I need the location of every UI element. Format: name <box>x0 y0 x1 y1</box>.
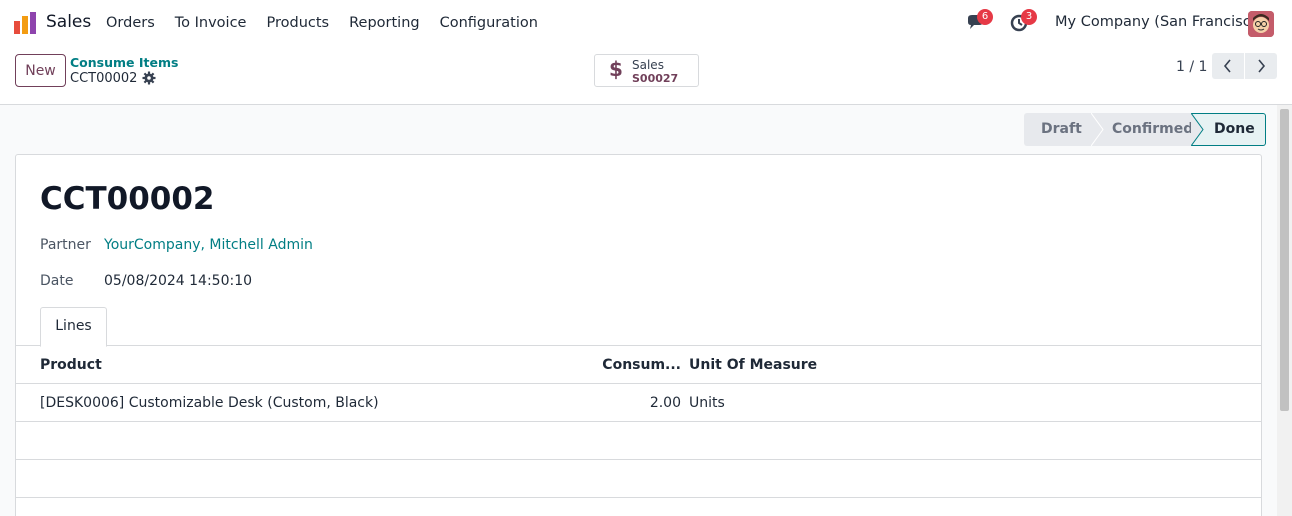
pager-next-button[interactable] <box>1245 53 1277 79</box>
stage-draft[interactable]: Draft <box>1024 113 1104 146</box>
tab-lines[interactable]: Lines <box>40 307 107 347</box>
date-field[interactable]: 05/08/2024 14:50:10 <box>104 273 252 289</box>
company-switcher[interactable]: My Company (San Francisco) <box>1055 14 1265 30</box>
row-qty: 2.00 <box>649 395 681 411</box>
pager-value[interactable]: 1 / 1 <box>1176 59 1207 75</box>
control-panel: New Consume Items CCT00002 $ Sales S0002… <box>0 46 1292 105</box>
table-row[interactable]: [DESK0006] Customizable Desk (Custom, Bl… <box>16 384 1261 422</box>
row-product: [DESK0006] Customizable Desk (Custom, Bl… <box>40 395 379 411</box>
page-scrollbar[interactable] <box>1277 105 1292 516</box>
column-consumed[interactable]: Consum... <box>602 346 681 384</box>
main-menu: Orders To Invoice Products Reporting Con… <box>96 14 548 32</box>
column-uom[interactable]: Unit Of Measure <box>689 346 817 384</box>
breadcrumb-current-record: CCT00002 <box>70 71 138 86</box>
menu-products[interactable]: Products <box>256 14 339 32</box>
smart-button-value: S00027 <box>632 72 679 85</box>
notebook-tabs: Lines <box>16 307 1261 347</box>
menu-reporting[interactable]: Reporting <box>339 14 430 32</box>
empty-row <box>16 422 1261 460</box>
messages-badge: 6 <box>977 9 993 25</box>
stage-draft-label: Draft <box>1041 121 1082 137</box>
stage-confirmed-label: Confirmed <box>1112 121 1194 137</box>
table-header: Product Consum... Unit Of Measure <box>16 346 1261 384</box>
app-name[interactable]: Sales <box>46 12 91 32</box>
scrollbar-thumb[interactable] <box>1280 109 1289 411</box>
menu-orders[interactable]: Orders <box>96 14 165 32</box>
messages-button[interactable]: 6 <box>966 9 993 33</box>
column-product[interactable]: Product <box>40 346 102 384</box>
empty-row <box>16 460 1261 498</box>
new-button[interactable]: New <box>15 54 66 87</box>
menu-to-invoice[interactable]: To Invoice <box>165 14 257 32</box>
partner-label: Partner <box>40 237 91 253</box>
stage-done-label: Done <box>1214 121 1255 137</box>
smart-button-label: Sales <box>632 58 664 72</box>
chevron-left-icon <box>1223 59 1231 73</box>
sales-app-icon[interactable] <box>14 12 36 34</box>
sales-smart-button[interactable]: $ Sales S00027 <box>594 54 699 87</box>
menu-configuration[interactable]: Configuration <box>430 14 548 32</box>
form-sheet: CCT00002 Partner YourCompany, Mitchell A… <box>15 154 1262 516</box>
row-uom: Units <box>689 395 725 411</box>
pager-previous-button[interactable] <box>1212 53 1244 79</box>
top-navbar: Sales Orders To Invoice Products Reporti… <box>0 0 1292 46</box>
lines-table: Product Consum... Unit Of Measure [DESK0… <box>16 346 1261 498</box>
activities-button[interactable]: 3 <box>1010 9 1037 33</box>
record-title: CCT00002 <box>40 181 215 217</box>
partner-field[interactable]: YourCompany, Mitchell Admin <box>104 237 313 253</box>
stage-confirmed[interactable]: Confirmed <box>1092 113 1204 146</box>
stage-separator <box>1191 113 1204 146</box>
dollar-icon: $ <box>609 57 623 81</box>
stage-separator <box>1091 113 1104 146</box>
activities-badge: 3 <box>1021 9 1037 25</box>
avatar-icon <box>1248 11 1274 37</box>
breadcrumb-consume-items[interactable]: Consume Items <box>70 55 178 70</box>
gear-icon[interactable] <box>142 71 156 85</box>
status-bar: Draft Confirmed Done <box>1024 113 1266 146</box>
chevron-right-icon <box>1258 59 1266 73</box>
user-avatar[interactable] <box>1248 11 1274 37</box>
date-label: Date <box>40 273 74 289</box>
